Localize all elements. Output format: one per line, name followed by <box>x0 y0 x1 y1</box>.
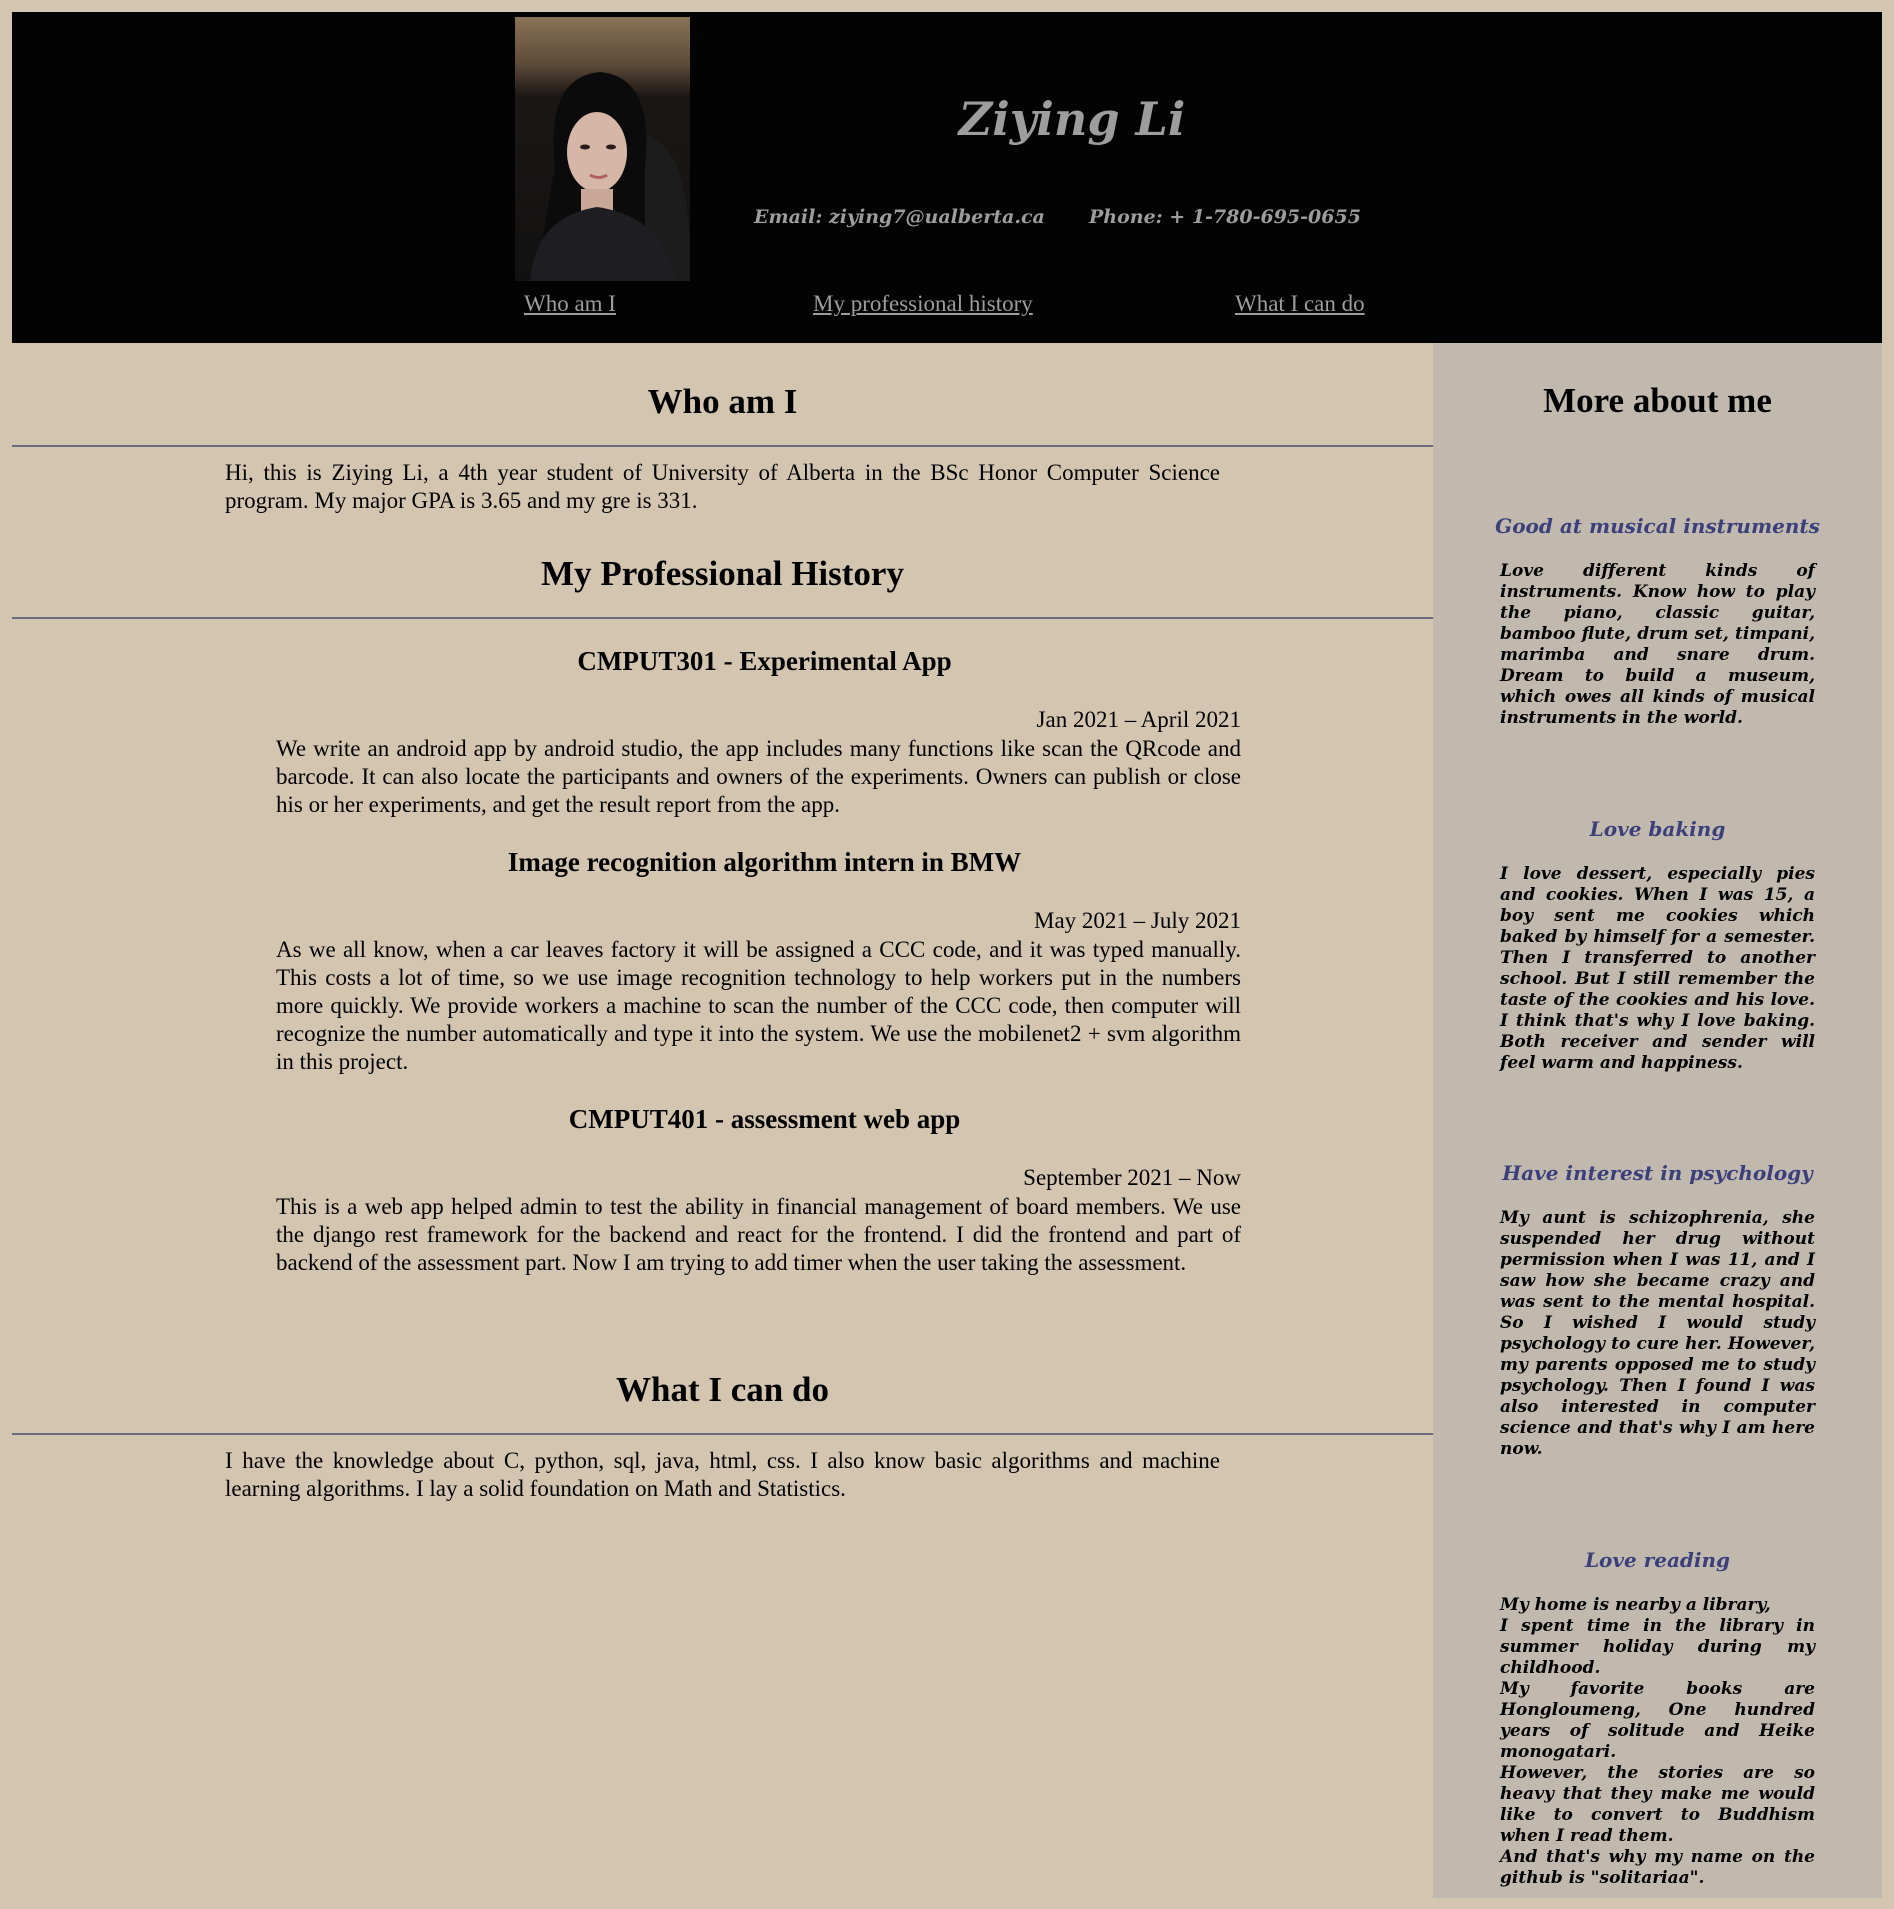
interest-title: Love baking <box>1589 817 1726 841</box>
job-title: CMPUT301 - Experimental App <box>577 646 952 676</box>
interest-body: I love dessert, especially pies and cook… <box>1500 864 1815 1073</box>
job-description: This is a web app helped admin to test t… <box>276 1194 1241 1275</box>
interest-body: Love different kinds of instruments. Kno… <box>1500 561 1815 728</box>
reading-line: I spent time in the library in summer ho… <box>1500 1616 1815 1678</box>
reading-line: My favorite books are Hongloumeng, One h… <box>1500 1679 1815 1762</box>
reading-line: My home is nearby a library, <box>1500 1595 1771 1615</box>
heading-professional-history: My Professional History <box>541 554 904 593</box>
job-date: September 2021 – Now <box>1023 1165 1241 1190</box>
email-text: Email: ziying7@ualberta.ca <box>754 206 1045 228</box>
who-am-i-text: Hi, this is Ziying Li, a 4th year studen… <box>225 460 1220 513</box>
divider <box>12 445 1433 447</box>
nav-link-professional-history[interactable]: My professional history <box>813 291 1033 317</box>
divider <box>12 1433 1433 1435</box>
heading-who-am-i: Who am I <box>647 382 798 421</box>
divider <box>12 617 1433 619</box>
reading-line: However, the stories are so heavy that t… <box>1500 1763 1815 1846</box>
reading-line: And that's why my name on the github is … <box>1500 1847 1815 1888</box>
page: Ziying Li Email: ziying7@ualberta.ca Pho… <box>12 12 1882 1898</box>
job-title: Image recognition algorithm intern in BM… <box>507 847 1022 877</box>
nav-link-what-i-can-do[interactable]: What I can do <box>1235 291 1365 317</box>
more-about-me-sidebar: More about me Good at musical instrument… <box>1433 343 1882 1898</box>
phone-text: Phone: + 1-780-695-0655 <box>1089 206 1361 228</box>
job-description: As we all know, when a car leaves factor… <box>276 937 1241 1074</box>
interest-title: Love reading <box>1584 1548 1731 1572</box>
job-date: May 2021 – July 2021 <box>1034 908 1241 933</box>
interest-body: My home is nearby a library, I spent tim… <box>1500 1595 1815 1889</box>
job-title: CMPUT401 - assessment web app <box>568 1104 961 1134</box>
job-date: Jan 2021 – April 2021 <box>1036 707 1241 732</box>
interest-title: Have interest in psychology <box>1502 1161 1813 1185</box>
what-i-can-do-text: I have the knowledge about C, python, sq… <box>225 1448 1220 1501</box>
header-banner: Ziying Li Email: ziying7@ualberta.ca Pho… <box>12 12 1882 343</box>
nav-link-who-am-i[interactable]: Who am I <box>524 291 616 317</box>
site-title: Ziying Li <box>958 92 1186 146</box>
interest-body: My aunt is schizophrenia, she suspended … <box>1500 1208 1815 1459</box>
heading-what-i-can-do: What I can do <box>616 1370 829 1409</box>
sidebar-heading: More about me <box>1543 381 1772 420</box>
job-description: We write an android app by android studi… <box>276 736 1241 817</box>
interest-title: Good at musical instruments <box>1495 514 1820 538</box>
profile-photo <box>515 17 690 281</box>
